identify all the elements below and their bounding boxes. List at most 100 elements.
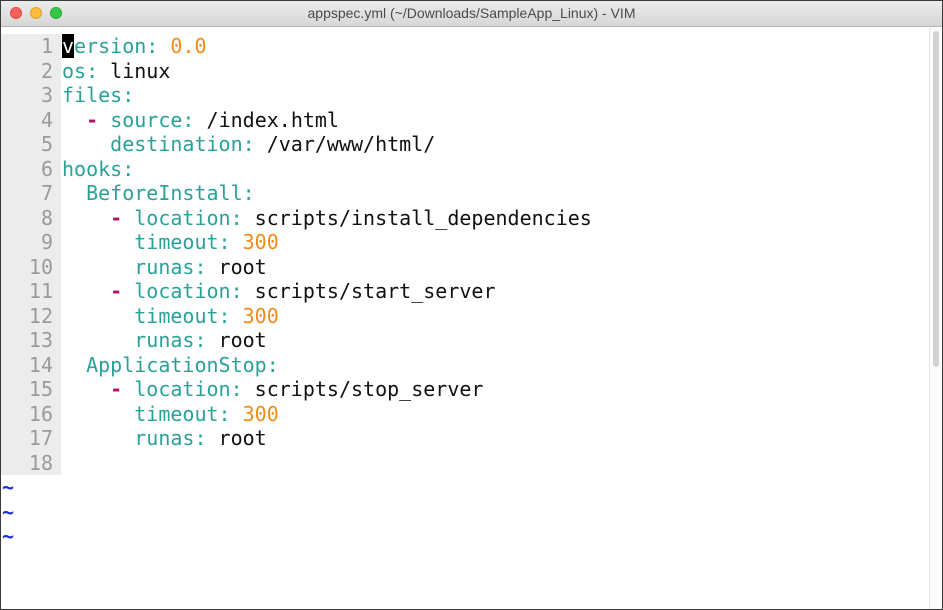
code-line[interactable]: 11 - location: scripts/start_server xyxy=(1,279,592,304)
buffer-lines: 1 version: 0.0 2 os: linux 3 files: 4 - source… xyxy=(1,34,592,549)
line-number: 7 xyxy=(1,181,61,206)
yaml-key: timeout: xyxy=(134,230,231,254)
yaml-value: scripts/install_dependencies xyxy=(242,205,592,230)
vertical-scrollbar[interactable] xyxy=(929,28,942,609)
yaml-value: /index.html xyxy=(194,107,339,132)
code-line[interactable]: 1 version: 0.0 xyxy=(1,34,592,59)
yaml-key: runas: xyxy=(134,328,207,352)
yaml-value: scripts/stop_server xyxy=(242,377,484,401)
line-number: 4 xyxy=(1,107,61,132)
code-line[interactable]: 15 - location: scripts/stop_server xyxy=(1,377,592,402)
empty-line-marker: ~ xyxy=(2,499,15,524)
line-text: timeout: 300 xyxy=(61,230,279,255)
title-bar[interactable]: appspec.yml (~/Downloads/SampleApp_Linux… xyxy=(1,1,942,27)
yaml-value: /var/www/html/ xyxy=(254,132,436,156)
line-number: 16 xyxy=(1,401,61,426)
line-text: - location: scripts/start_server xyxy=(61,279,496,304)
line-number: 11 xyxy=(1,279,61,304)
code-line[interactable]: 16 timeout: 300 xyxy=(1,401,592,427)
yaml-value: scripts/start_server xyxy=(242,279,496,303)
code-line[interactable]: 5 destination: /var/www/html/ xyxy=(1,132,592,157)
yaml-value: 300 xyxy=(230,303,279,328)
list-dash: - xyxy=(86,107,111,132)
line-text: - location: scripts/install_dependencies xyxy=(61,206,592,231)
yaml-key: runas: xyxy=(134,426,207,450)
yaml-value: 300 xyxy=(230,230,279,254)
list-dash: - xyxy=(110,205,135,230)
line-number: 18 xyxy=(1,450,61,475)
yaml-value: root xyxy=(206,328,267,352)
yaml-key: ersion: xyxy=(74,34,159,58)
code-line[interactable]: 18 xyxy=(1,450,592,475)
line-number: 2 xyxy=(1,58,61,83)
line-number: 6 xyxy=(1,156,61,181)
yaml-key: location: xyxy=(134,205,243,230)
line-number: 13 xyxy=(1,328,61,353)
code-line[interactable]: 10 runas: root xyxy=(1,254,592,280)
yaml-value: 0.0 xyxy=(158,34,207,58)
yaml-key: os: xyxy=(62,58,99,83)
line-text: runas: root xyxy=(61,254,267,280)
yaml-value: root xyxy=(206,426,267,450)
code-line[interactable]: 6 hooks: xyxy=(1,156,592,181)
line-text: runas: root xyxy=(61,328,267,353)
line-number: 12 xyxy=(1,303,61,328)
line-text: BeforeInstall: xyxy=(61,181,255,206)
yaml-key: ApplicationStop: xyxy=(86,352,279,377)
editor-buffer[interactable]: 1 version: 0.0 2 os: linux 3 files: 4 - source… xyxy=(1,28,942,609)
code-line[interactable]: 8 - location: scripts/install_dependenci… xyxy=(1,205,592,231)
code-line[interactable]: 3 files: xyxy=(1,83,592,108)
line-number: 8 xyxy=(1,205,61,230)
code-line[interactable]: 2 os: linux xyxy=(1,58,592,84)
vim-window: appspec.yml (~/Downloads/SampleApp_Linux… xyxy=(0,0,943,610)
code-line[interactable]: 17 runas: root xyxy=(1,426,592,451)
yaml-key: runas: xyxy=(134,254,207,279)
code-line[interactable]: 12 timeout: 300 xyxy=(1,303,592,329)
line-text: timeout: 300 xyxy=(61,304,279,329)
yaml-key: files: xyxy=(62,83,135,107)
line-text: - location: scripts/stop_server xyxy=(61,377,483,402)
line-text: - source: /index.html xyxy=(61,108,339,133)
yaml-value: linux xyxy=(98,58,171,83)
line-text: destination: /var/www/html/ xyxy=(61,132,435,157)
yaml-value: 300 xyxy=(230,401,279,426)
line-number: 1 xyxy=(1,34,61,59)
line-text: ApplicationStop: xyxy=(61,353,279,378)
line-text: os: linux xyxy=(61,59,170,84)
line-text: files: xyxy=(61,83,134,108)
line-number: 10 xyxy=(1,254,61,279)
code-line[interactable]: 7 BeforeInstall: xyxy=(1,181,592,206)
yaml-key: timeout: xyxy=(134,401,231,426)
list-dash: - xyxy=(110,279,135,303)
line-number: 14 xyxy=(1,352,61,377)
yaml-key: timeout: xyxy=(134,303,231,328)
code-line[interactable]: 4 - source: /index.html xyxy=(1,107,592,133)
yaml-key: destination: xyxy=(110,132,255,156)
yaml-value: root xyxy=(206,254,267,279)
line-number: 15 xyxy=(1,377,61,402)
code-line[interactable]: 13 runas: root xyxy=(1,328,592,353)
list-dash: - xyxy=(110,377,135,401)
line-number: 3 xyxy=(1,83,61,108)
line-text: runas: root xyxy=(61,426,267,451)
code-line[interactable]: 14 ApplicationStop: xyxy=(1,352,592,378)
empty-line-marker: ~ xyxy=(2,524,15,548)
text-cursor: v xyxy=(62,34,75,58)
code-line[interactable]: 9 timeout: 300 xyxy=(1,230,592,255)
yaml-key: location: xyxy=(134,279,243,303)
scrollbar-thumb[interactable] xyxy=(933,31,939,367)
line-text: timeout: 300 xyxy=(61,402,279,427)
